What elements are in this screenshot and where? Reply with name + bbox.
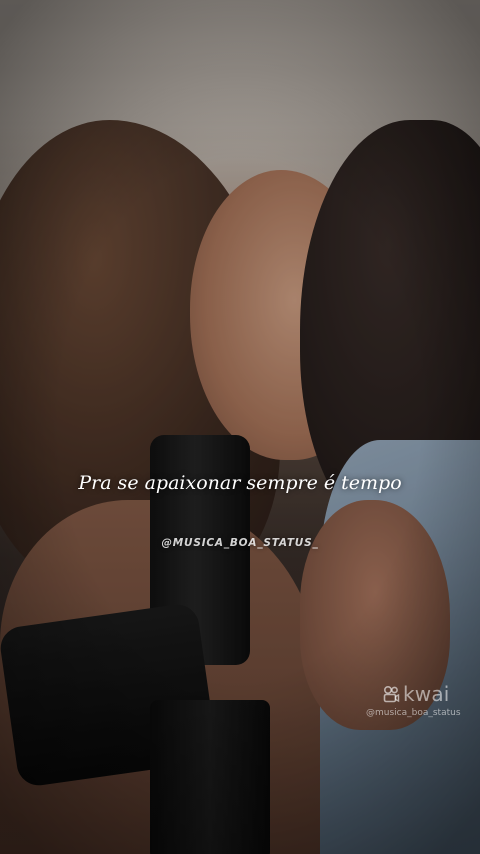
kwai-logo-icon — [382, 685, 400, 703]
watermark-username: @musica_boa_status — [366, 708, 461, 718]
channel-handle: @MUSICA_BOA_STATUS_ — [161, 537, 319, 549]
kwai-watermark: kwai @musica_boa_status — [366, 682, 478, 718]
kwai-brand-text: kwai — [403, 682, 450, 706]
vignette-overlay — [0, 0, 480, 854]
video-frame[interactable] — [0, 0, 480, 854]
lyric-caption: Pra se apaixonar sempre é tempo — [78, 472, 402, 494]
